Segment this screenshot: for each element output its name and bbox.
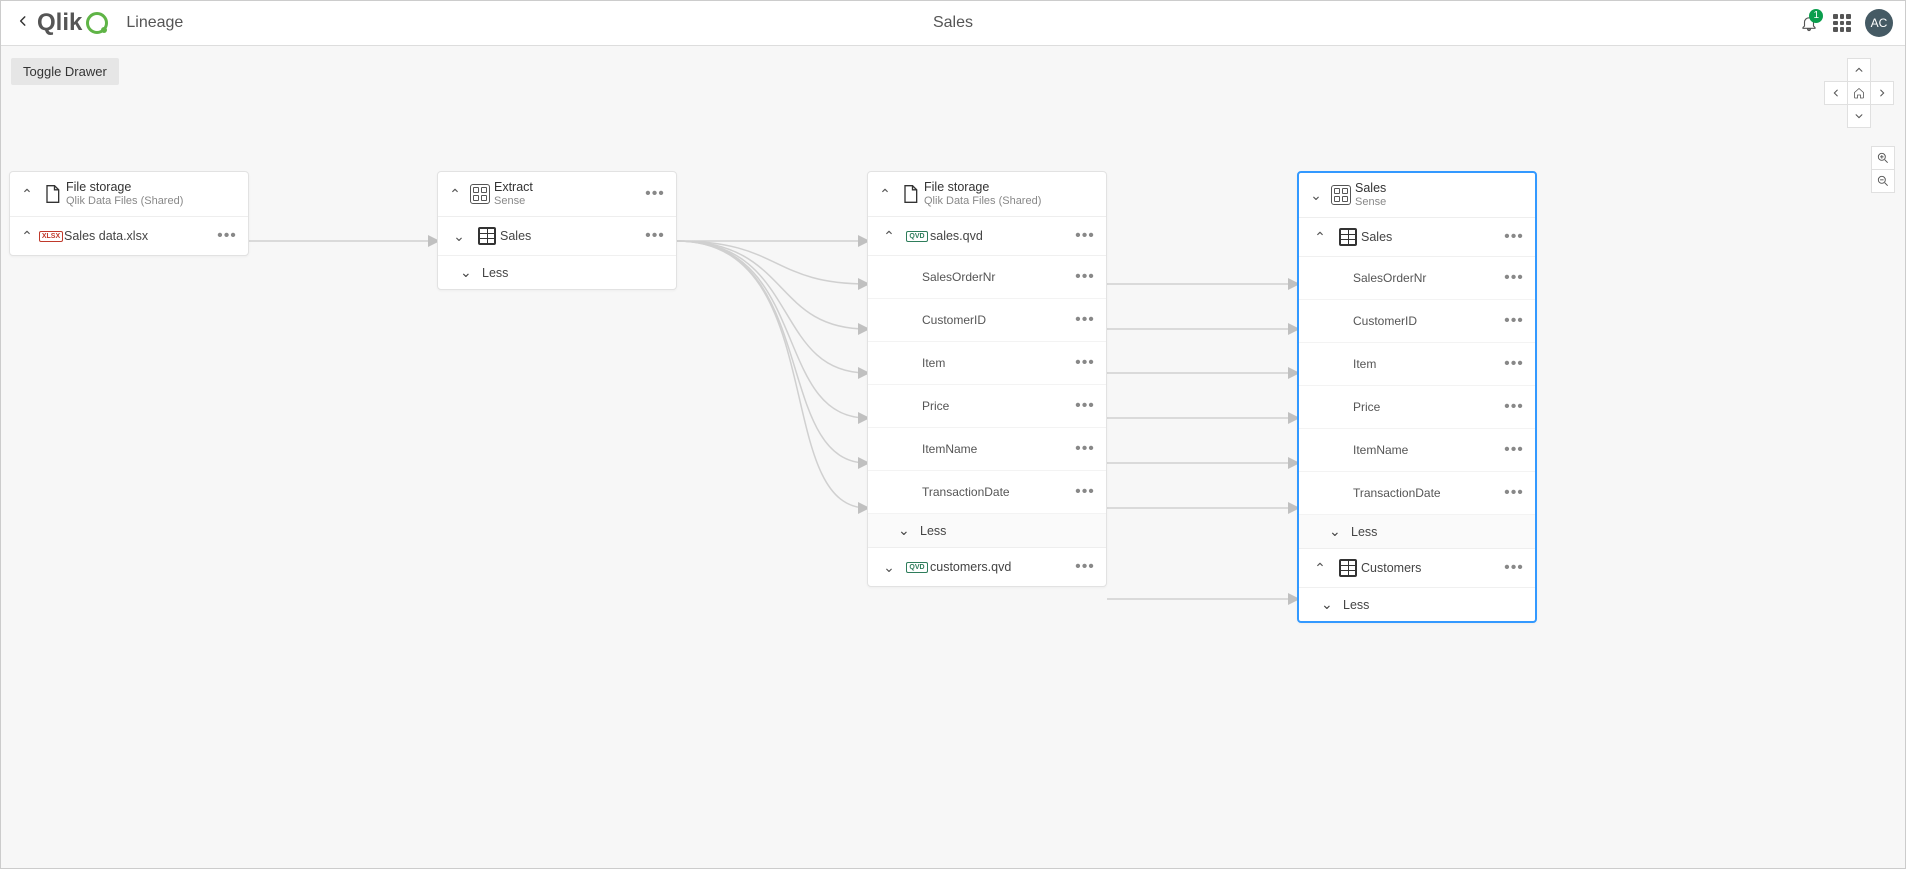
node-table-sales[interactable]: ⌃ Sales ••• (1299, 218, 1535, 257)
brand-logo: Qlik (37, 9, 108, 37)
field-row[interactable]: CustomerID••• (1299, 300, 1535, 343)
file-icon (38, 184, 66, 204)
node-subtitle: Sense (494, 195, 642, 208)
file-icon (896, 184, 924, 204)
node-subtitle: Qlik Data Files (Shared) (924, 195, 1098, 208)
less-toggle[interactable]: ⌄ Less (1299, 515, 1535, 548)
more-button[interactable]: ••• (1501, 353, 1527, 375)
node-title: Extract (494, 180, 642, 195)
node-file-storage-1[interactable]: ⌃ File storage Qlik Data Files (Shared) … (9, 171, 249, 256)
qvd-icon: QVD (904, 562, 930, 573)
app-icon (466, 184, 494, 204)
field-row[interactable]: Item••• (1299, 343, 1535, 386)
node-sales-app[interactable]: ⌄ Sales Sense ⌃ Sales ••• SalesOrderNr••… (1297, 171, 1537, 623)
node-title: Sales (1355, 181, 1527, 196)
app-header: Qlik Lineage Sales 1 AC (1, 1, 1905, 46)
section-title: Lineage (126, 14, 183, 32)
chevron-up-icon[interactable]: ⌃ (874, 228, 904, 245)
more-button[interactable]: ••• (1501, 439, 1527, 461)
more-button[interactable]: ••• (1501, 226, 1527, 248)
more-button[interactable]: ••• (1501, 396, 1527, 418)
user-avatar[interactable]: AC (1865, 9, 1893, 37)
nav-up-button[interactable] (1847, 58, 1871, 82)
node-title: File storage (66, 180, 240, 195)
node-item[interactable]: ⌃ XLSX Sales data.xlsx ••• (10, 217, 248, 255)
nav-right-button[interactable] (1870, 81, 1894, 105)
more-button[interactable]: ••• (214, 225, 240, 247)
lineage-canvas[interactable]: Toggle Drawer (1, 46, 1905, 868)
node-item-sales-qvd[interactable]: ⌃ QVD sales.qvd ••• (868, 217, 1106, 256)
field-row[interactable]: Price••• (1299, 386, 1535, 429)
field-row[interactable]: Price••• (868, 385, 1106, 428)
more-button[interactable]: ••• (642, 225, 668, 247)
less-toggle[interactable]: ⌄ Less (868, 514, 1106, 547)
more-button[interactable]: ••• (1501, 482, 1527, 504)
chevron-up-icon[interactable]: ⌃ (1305, 229, 1335, 246)
nav-home-button[interactable] (1847, 81, 1871, 105)
node-subtitle: Qlik Data Files (Shared) (66, 195, 240, 208)
field-row[interactable]: SalesOrderNr••• (1299, 257, 1535, 300)
node-item[interactable]: ⌄ Sales ••• (438, 217, 676, 256)
nav-left-button[interactable] (1824, 81, 1848, 105)
chevron-down-icon[interactable]: ⌄ (1305, 187, 1327, 204)
node-file-storage-2[interactable]: ⌃ File storage Qlik Data Files (Shared) … (867, 171, 1107, 587)
field-row[interactable]: TransactionDate••• (1299, 472, 1535, 515)
field-row[interactable]: Item••• (868, 342, 1106, 385)
table-icon (1335, 228, 1361, 246)
notifications-button[interactable]: 1 (1799, 13, 1819, 33)
chevron-up-icon[interactable]: ⌃ (16, 228, 38, 245)
more-button[interactable]: ••• (1072, 352, 1098, 374)
more-button[interactable]: ••• (1501, 557, 1527, 579)
xlsx-icon: XLSX (38, 231, 64, 242)
page-title: Sales (933, 14, 973, 32)
chevron-up-icon[interactable]: ⌃ (1305, 560, 1335, 577)
chevron-down-icon: ⌄ (898, 522, 920, 539)
app-launcher-button[interactable] (1833, 14, 1851, 32)
more-button[interactable]: ••• (1072, 225, 1098, 247)
nav-pad (1823, 58, 1895, 128)
qvd-icon: QVD (904, 231, 930, 242)
more-button[interactable]: ••• (1072, 556, 1098, 578)
node-extract[interactable]: ⌃ Extract Sense ••• ⌄ Sales ••• ⌄ Less (437, 171, 677, 290)
chevron-down-icon: ⌄ (1321, 596, 1343, 613)
field-row[interactable]: TransactionDate••• (868, 471, 1106, 514)
field-row[interactable]: ItemName••• (868, 428, 1106, 471)
more-button[interactable]: ••• (1501, 310, 1527, 332)
field-row[interactable]: SalesOrderNr••• (868, 256, 1106, 299)
table-icon (1335, 559, 1361, 577)
more-button[interactable]: ••• (1501, 267, 1527, 289)
notification-badge: 1 (1809, 9, 1823, 23)
more-button[interactable]: ••• (642, 183, 668, 205)
less-toggle[interactable]: ⌄ Less (438, 256, 676, 289)
back-button[interactable] (13, 14, 33, 33)
node-table-customers[interactable]: ⌃ Customers ••• (1299, 548, 1535, 588)
more-button[interactable]: ••• (1072, 266, 1098, 288)
less-toggle[interactable]: ⌄ Less (1299, 588, 1535, 621)
field-row[interactable]: CustomerID••• (868, 299, 1106, 342)
brand-mark-icon (86, 12, 108, 34)
brand-text: Qlik (37, 9, 82, 37)
more-button[interactable]: ••• (1072, 309, 1098, 331)
chevron-down-icon[interactable]: ⌄ (874, 559, 904, 576)
toggle-drawer-button[interactable]: Toggle Drawer (11, 58, 119, 85)
more-button[interactable]: ••• (1072, 395, 1098, 417)
chevron-down-icon[interactable]: ⌄ (444, 228, 474, 245)
zoom-in-button[interactable] (1871, 146, 1895, 170)
zoom-out-button[interactable] (1871, 169, 1895, 193)
nav-down-button[interactable] (1847, 104, 1871, 128)
chevron-up-icon[interactable]: ⌃ (444, 186, 466, 203)
chevron-down-icon: ⌄ (460, 264, 482, 281)
node-title: File storage (924, 180, 1098, 195)
zoom-controls (1871, 146, 1895, 193)
more-button[interactable]: ••• (1072, 438, 1098, 460)
node-item-customers-qvd[interactable]: ⌄ QVD customers.qvd ••• (868, 547, 1106, 586)
app-icon (1327, 185, 1355, 205)
chevron-down-icon: ⌄ (1329, 523, 1351, 540)
field-row[interactable]: ItemName••• (1299, 429, 1535, 472)
chevron-up-icon[interactable]: ⌃ (874, 186, 896, 203)
table-icon (474, 227, 500, 245)
chevron-up-icon[interactable]: ⌃ (16, 186, 38, 203)
more-button[interactable]: ••• (1072, 481, 1098, 503)
node-subtitle: Sense (1355, 196, 1527, 209)
